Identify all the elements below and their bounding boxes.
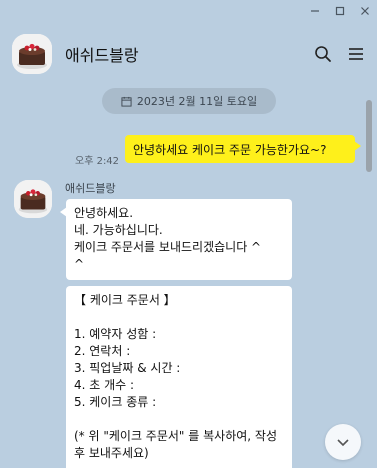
message-line: 2. 연락처 :: [74, 344, 131, 358]
order-form-bubble[interactable]: 【 케이크 주문서 】 1. 예약자 성함 : 2. 연락처 : 3. 픽업날짜…: [66, 286, 292, 468]
message-line: [74, 411, 284, 428]
message-line: 【 케이크 주문서 】: [74, 293, 176, 307]
message-time: 오후 2:42: [75, 156, 120, 167]
received-bubble[interactable]: 안녕하세요. 네. 가능하십니다. 케이크 주문서를 보내드리겠습니다 ^ ^: [60, 199, 292, 280]
scrollbar-thumb[interactable]: [366, 100, 372, 172]
message-line: 케이크 주문서를 보내드리겠습니다 ^: [74, 240, 262, 254]
message-line: 1. 예약자 성함 :: [74, 327, 157, 341]
message-line: 네. 가능하십니다.: [74, 223, 163, 237]
sent-bubble[interactable]: 안녕하세요 케이크 주문 가능한가요~?: [125, 135, 361, 163]
message-line: 안녕하세요.: [74, 206, 134, 220]
sender-avatar[interactable]: [14, 180, 52, 218]
date-divider: 2023년 2월 11일 토요일: [102, 88, 276, 114]
chevron-down-icon: [337, 439, 349, 447]
message-line: 3. 픽업날짜 & 시간 :: [74, 361, 181, 375]
minimize-icon[interactable]: [302, 0, 327, 22]
message-line: 4. 초 개수 :: [74, 378, 135, 392]
message-line: ^: [74, 257, 85, 271]
message-line: [74, 309, 284, 326]
profile-avatar[interactable]: [12, 34, 52, 74]
search-icon[interactable]: [313, 44, 333, 64]
window-controls: [302, 0, 377, 22]
chat-window: 애쉬드블랑 2023년 2월 11일 토요일 오후 2:42 안녕하세요 케이크…: [0, 0, 377, 468]
maximize-icon[interactable]: [327, 0, 352, 22]
sender-name: 애쉬드블랑: [65, 182, 116, 195]
chat-header: 애쉬드블랑: [0, 22, 377, 86]
message-line: (* 위 "케이크 주문서" 를 복사하여, 작성후 보내주세요): [74, 429, 277, 460]
scroll-to-bottom-button[interactable]: [325, 424, 361, 460]
calendar-icon: [121, 96, 132, 107]
chat-title: 애쉬드블랑: [65, 46, 139, 65]
date-text: 2023년 2월 11일 토요일: [136, 95, 258, 108]
close-icon[interactable]: [352, 0, 377, 22]
message-line: 5. 케이크 종류 :: [74, 395, 157, 409]
menu-icon[interactable]: [346, 44, 366, 64]
